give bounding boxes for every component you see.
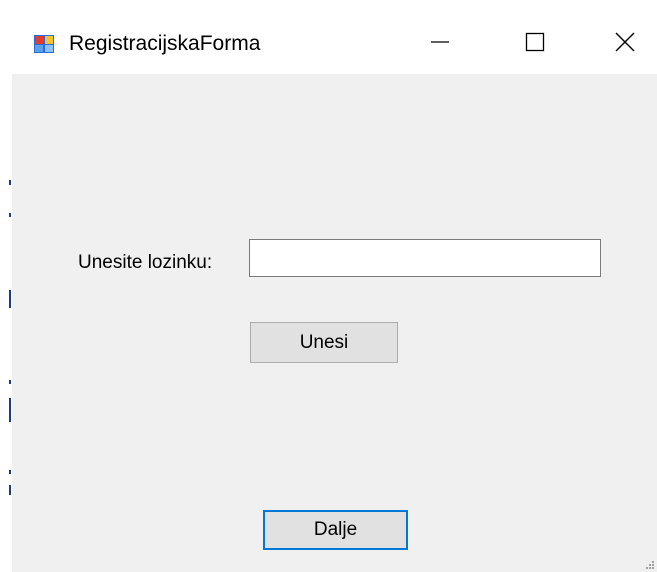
- background-edge-marks: [9, 180, 11, 495]
- form-window: RegistracijskaForma Unesite lozinku: Une…: [12, 10, 657, 572]
- maximize-icon: [525, 32, 545, 52]
- maximize-button[interactable]: [503, 10, 567, 74]
- password-label: Unesite lozinku:: [78, 252, 213, 273]
- close-icon: [615, 32, 635, 52]
- resize-grip-icon[interactable]: [645, 560, 655, 570]
- password-input[interactable]: [249, 239, 601, 277]
- submit-button[interactable]: Unesi: [250, 322, 398, 363]
- title-bar[interactable]: RegistracijskaForma: [12, 10, 657, 74]
- minimize-button[interactable]: [408, 10, 472, 74]
- window-title: RegistracijskaForma: [69, 32, 261, 55]
- windows-form-icon: [34, 35, 54, 53]
- minimize-icon: [431, 41, 449, 43]
- next-button[interactable]: Dalje: [263, 510, 408, 550]
- close-button[interactable]: [593, 10, 657, 74]
